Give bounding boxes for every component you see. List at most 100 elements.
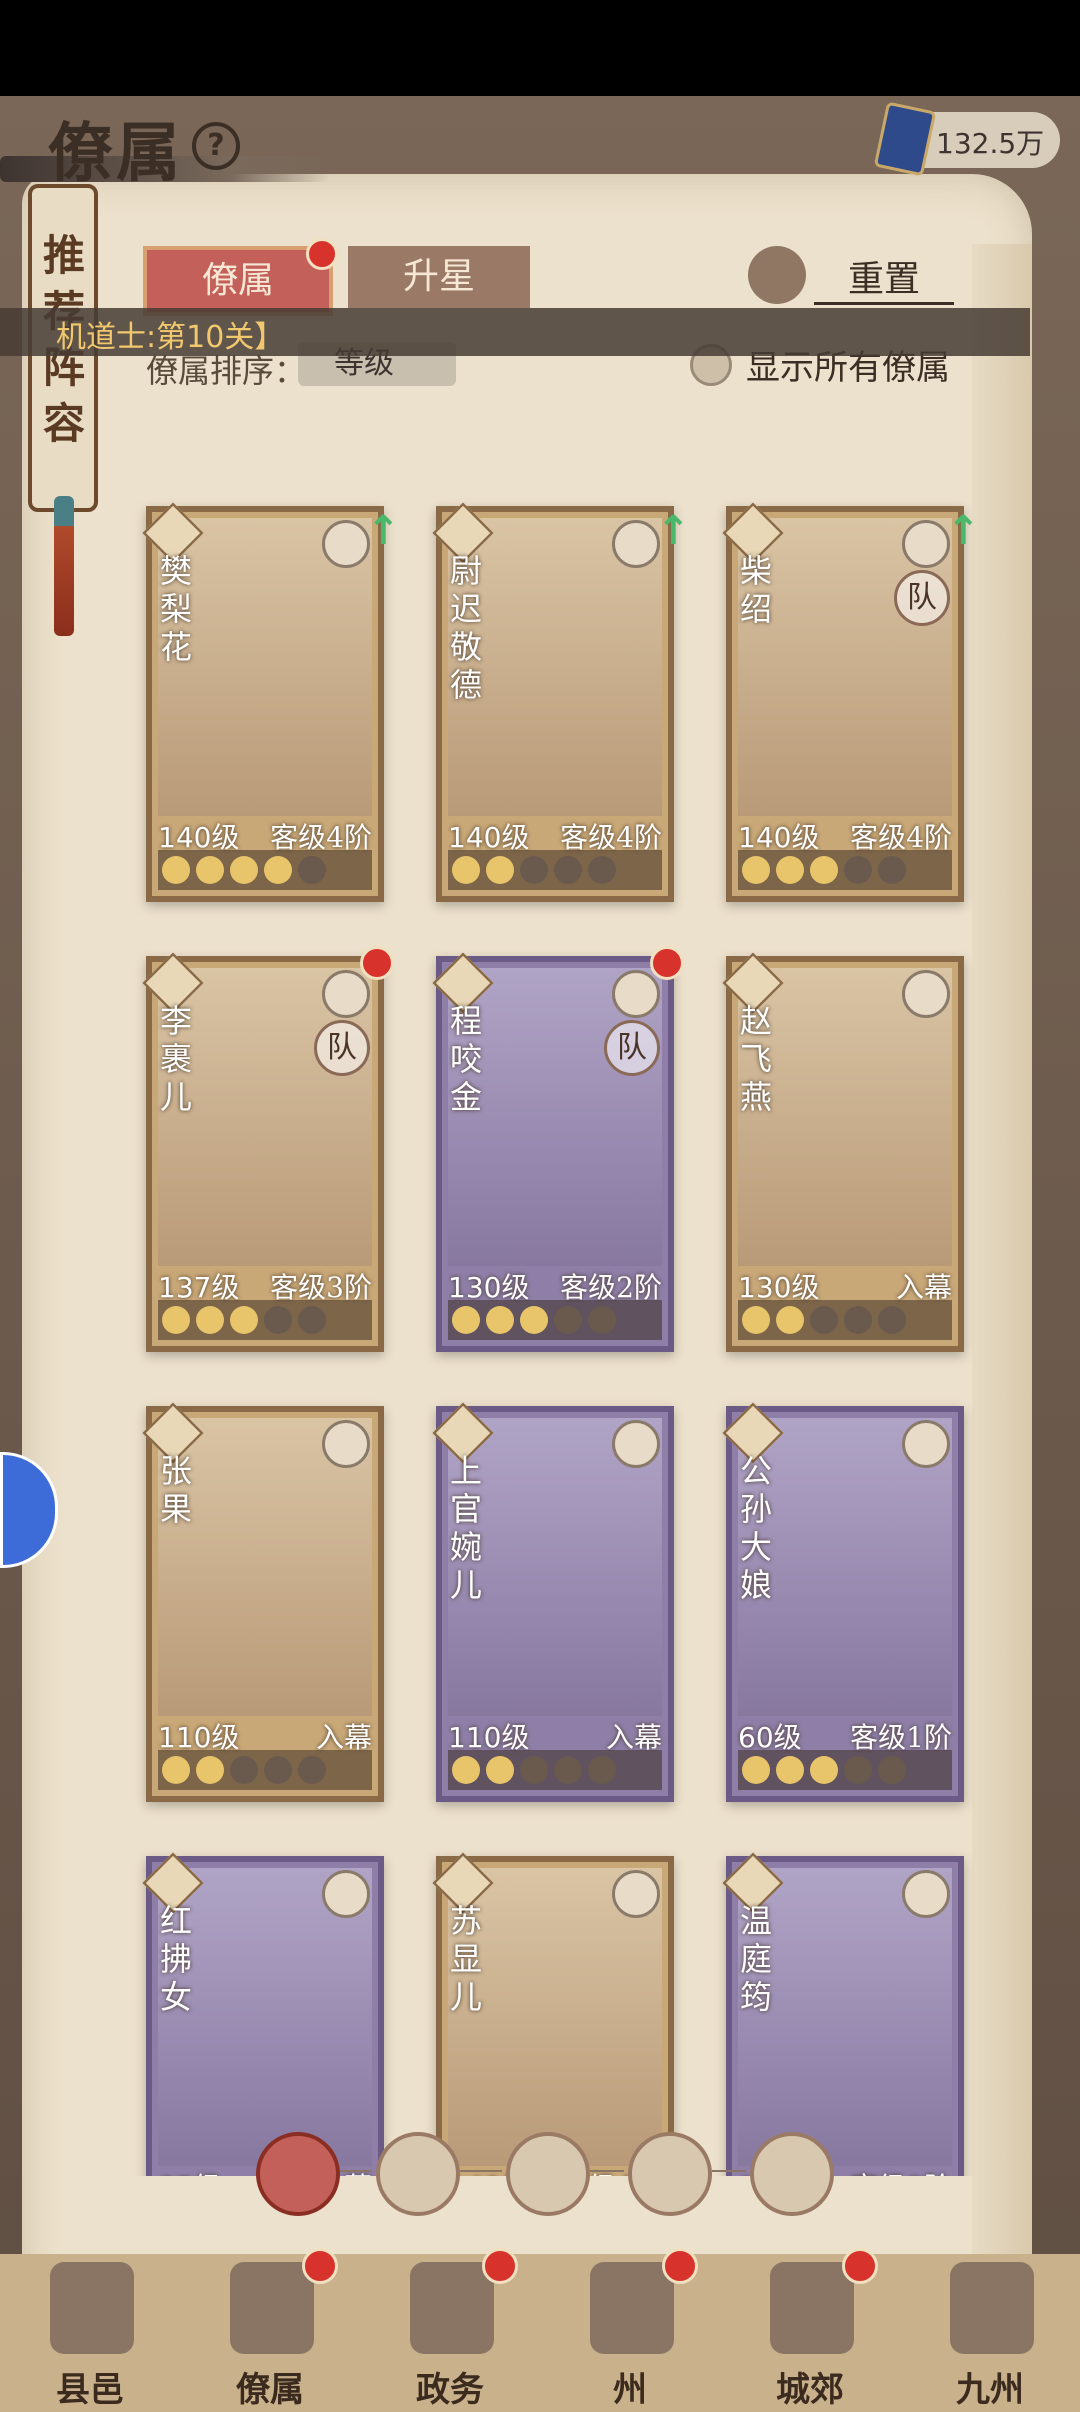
filter-all-icon[interactable] bbox=[256, 2132, 340, 2216]
skill-type-icon bbox=[322, 1870, 370, 1918]
skill-type-icon bbox=[612, 970, 660, 1018]
nav-item[interactable]: 县邑 bbox=[0, 2254, 180, 2412]
skill-type-icon bbox=[612, 520, 660, 568]
moon-star-icon bbox=[452, 856, 480, 884]
moon-star-icon bbox=[520, 1306, 548, 1334]
card-name: 赵飞燕 bbox=[740, 1002, 773, 1116]
subordinate-card[interactable]: 赵飞燕 130级 入幕 bbox=[722, 952, 964, 1352]
page-title: 僚属 bbox=[48, 116, 184, 191]
card-name: 张果 bbox=[160, 1452, 193, 1528]
empty-star-icon bbox=[298, 1306, 326, 1334]
nav-item[interactable]: 政务 bbox=[360, 2248, 540, 2412]
star-row bbox=[738, 1300, 952, 1340]
card-name: 柴绍 bbox=[740, 552, 773, 628]
subordinate-card[interactable]: 张果 110级 入幕 bbox=[142, 1402, 384, 1802]
empty-star-icon bbox=[844, 1756, 872, 1784]
card-name: 苏显儿 bbox=[450, 1902, 483, 2016]
nav-building-icon bbox=[590, 2262, 674, 2354]
nav-item[interactable]: 州 bbox=[540, 2248, 720, 2412]
card-name: 程咬金 bbox=[450, 1002, 483, 1116]
nav-label: 九州 bbox=[956, 2370, 1024, 2410]
upgrade-arrow-icon: ↑ bbox=[656, 508, 690, 554]
skill-type-icon bbox=[902, 520, 950, 568]
empty-star-icon bbox=[844, 1306, 872, 1334]
moon-star-icon bbox=[810, 1756, 838, 1784]
moon-star-icon bbox=[196, 1756, 224, 1784]
nav-item[interactable]: 九州 bbox=[900, 2254, 1080, 2412]
empty-star-icon bbox=[520, 856, 548, 884]
subordinate-card[interactable]: 公孙大娘 60级 客级1阶 bbox=[722, 1402, 964, 1802]
currency-value: 132.5万 bbox=[936, 127, 1045, 160]
card-name: 公孙大娘 bbox=[740, 1452, 773, 1604]
tab-subordinates[interactable]: 僚属 bbox=[143, 246, 333, 316]
star-row bbox=[738, 1750, 952, 1790]
nav-building-icon bbox=[770, 2262, 854, 2354]
moon-star-icon bbox=[742, 1306, 770, 1334]
filter-lion-icon[interactable] bbox=[750, 2132, 834, 2216]
star-row bbox=[448, 1300, 662, 1340]
nav-label: 政务 bbox=[416, 2370, 484, 2410]
subordinate-card[interactable]: ↑ 尉迟敬德 140级 客级4阶 bbox=[432, 502, 690, 902]
empty-star-icon bbox=[588, 1306, 616, 1334]
empty-star-icon bbox=[844, 856, 872, 884]
nav-item[interactable]: 僚属 bbox=[180, 2248, 360, 2412]
moon-star-icon bbox=[742, 1756, 770, 1784]
skill-type-icon bbox=[902, 1420, 950, 1468]
game-stage: 僚属 ? 132.5万 推荐阵容 僚属 升星 重置 僚属排序： 等级 显示所有僚… bbox=[0, 96, 1080, 2412]
nav-item[interactable]: 城郊 bbox=[720, 2248, 900, 2412]
team-badge-icon: 队 bbox=[604, 1020, 660, 1076]
moon-star-icon bbox=[162, 1306, 190, 1334]
empty-star-icon bbox=[878, 856, 906, 884]
team-badge-icon: 队 bbox=[314, 1020, 370, 1076]
reset-icon[interactable] bbox=[748, 246, 806, 304]
skill-type-icon bbox=[322, 520, 370, 568]
moon-star-icon bbox=[486, 1306, 514, 1334]
empty-star-icon bbox=[230, 1756, 258, 1784]
help-icon[interactable]: ? bbox=[192, 122, 240, 170]
moon-star-icon bbox=[810, 856, 838, 884]
subordinate-card[interactable]: ↑ 队柴绍 140级 客级4阶 bbox=[722, 502, 980, 902]
subordinate-card[interactable]: ↑ 樊梨花 140级 客级4阶 bbox=[142, 502, 400, 902]
upgrade-arrow-icon: ↑ bbox=[946, 508, 980, 554]
notification-dot bbox=[650, 946, 684, 980]
star-row bbox=[158, 1300, 372, 1340]
moon-star-icon bbox=[486, 1756, 514, 1784]
subordinate-card[interactable]: 红拂女85级入幕 bbox=[142, 1852, 384, 2176]
skill-type-icon bbox=[612, 1870, 660, 1918]
star-row bbox=[158, 1750, 372, 1790]
stage-hint-bar: 机道士:第10关】 bbox=[0, 308, 1030, 356]
empty-star-icon bbox=[520, 1756, 548, 1784]
subordinate-card[interactable]: 队李裹儿 137级 客级3阶 bbox=[142, 946, 394, 1352]
moon-star-icon bbox=[452, 1306, 480, 1334]
empty-star-icon bbox=[878, 1306, 906, 1334]
notification-dot bbox=[482, 2248, 518, 2284]
subordinate-card[interactable]: 苏显儿140级客级4阶 bbox=[432, 1852, 674, 2176]
moon-star-icon bbox=[196, 856, 224, 884]
card-name: 樊梨花 bbox=[160, 552, 193, 666]
notification-dot bbox=[662, 2248, 698, 2284]
filter-monkey-icon[interactable] bbox=[506, 2132, 590, 2216]
filter-bell-icon[interactable] bbox=[376, 2132, 460, 2216]
empty-star-icon bbox=[554, 1306, 582, 1334]
filter-divider bbox=[340, 2170, 372, 2172]
faction-filter-bar bbox=[0, 2132, 1080, 2222]
subordinate-card[interactable]: 队程咬金 130级 客级2阶 bbox=[432, 946, 684, 1352]
nav-label: 僚属 bbox=[236, 2370, 304, 2410]
subordinate-card[interactable]: 温庭筠137级客级3阶 bbox=[722, 1852, 964, 2176]
nav-building-icon bbox=[950, 2262, 1034, 2354]
nav-label: 州 bbox=[613, 2370, 647, 2410]
moon-star-icon bbox=[230, 856, 258, 884]
notification-dot bbox=[306, 238, 338, 270]
reset-button[interactable]: 重置 bbox=[814, 250, 954, 305]
empty-star-icon bbox=[298, 1756, 326, 1784]
tab-star-up[interactable]: 升星 bbox=[348, 246, 530, 308]
moon-star-icon bbox=[486, 856, 514, 884]
currency-display[interactable]: 132.5万 bbox=[873, 101, 1060, 177]
filter-fan-icon[interactable] bbox=[628, 2132, 712, 2216]
moon-star-icon bbox=[742, 856, 770, 884]
subordinate-card[interactable]: 上官婉儿 110级 入幕 bbox=[432, 1402, 674, 1802]
moon-star-icon bbox=[776, 856, 804, 884]
card-name: 李裹儿 bbox=[160, 1002, 193, 1116]
nav-label: 城郊 bbox=[776, 2370, 844, 2410]
filter-divider bbox=[712, 2170, 746, 2172]
